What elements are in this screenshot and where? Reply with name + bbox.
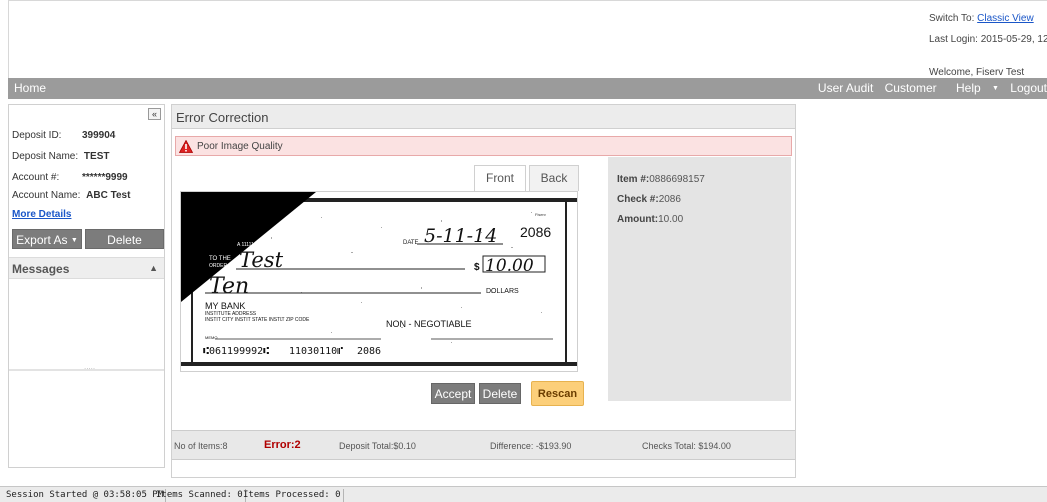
last-login-text: Last Login: 2015-05-29, 12:42 bbox=[929, 34, 1047, 45]
nav-help-label: Help bbox=[955, 81, 981, 95]
error-correction-panel: Error Correction Poor Image Quality Fron… bbox=[171, 104, 796, 478]
right-panel bbox=[803, 104, 1047, 478]
messages-list bbox=[9, 279, 164, 369]
payee-handwriting: Test bbox=[239, 248, 284, 272]
collapse-icon[interactable]: « bbox=[148, 108, 161, 120]
items-scanned: Items Scanned: 0 bbox=[154, 489, 246, 502]
panel-title-bar: Error Correction bbox=[172, 105, 795, 129]
switch-view-line: Switch To: Classic View bbox=[929, 13, 1034, 24]
collapse-arrow-icon[interactable]: ▲ bbox=[149, 263, 158, 273]
check-number-value: 2086 bbox=[658, 194, 681, 205]
page-title: Error Correction bbox=[176, 110, 269, 125]
messages-divider bbox=[9, 369, 164, 371]
order-of-label: ORDER OF bbox=[209, 263, 235, 269]
chevron-down-icon: ▼ bbox=[992, 85, 999, 93]
written-amount-handwriting: Ten bbox=[209, 274, 249, 299]
deposit-total: Deposit Total:$0.10 bbox=[339, 441, 416, 451]
error-count: Error:2 bbox=[264, 439, 301, 451]
amount-handwriting: 10.00 bbox=[485, 256, 534, 276]
delete-button[interactable]: Delete bbox=[479, 383, 521, 404]
error-banner: Poor Image Quality bbox=[175, 136, 792, 156]
amount-value: 10.00 bbox=[658, 214, 684, 225]
account-name-value: ABC Test bbox=[86, 190, 131, 201]
check-image-viewer: Fiserv 2086 DATE 5-11-14 A 11111 TO THE … bbox=[180, 191, 578, 372]
tab-back[interactable]: Back bbox=[529, 165, 579, 191]
deposit-id-row: Deposit ID: 399904 bbox=[12, 130, 115, 141]
messages-title: Messages bbox=[12, 262, 70, 276]
check-number-line: Check #:2086 bbox=[617, 194, 681, 205]
micr-check-number: 2086 bbox=[357, 346, 381, 357]
deposit-name-label: Deposit Name: bbox=[12, 151, 79, 162]
checks-total: Checks Total: $194.00 bbox=[642, 441, 731, 451]
item-details-panel: Item #:0886698157 Check #:2086 Amount:10… bbox=[608, 157, 791, 401]
deposit-id-value: 399904 bbox=[82, 130, 116, 141]
nav-logout[interactable]: Logout bbox=[1010, 81, 1047, 95]
check-date-handwriting: 5-11-14 bbox=[424, 225, 497, 247]
deposit-name-value: TEST bbox=[83, 151, 110, 162]
check-number-label: Check #: bbox=[617, 194, 659, 205]
account-number-label: Account #: bbox=[12, 172, 60, 183]
session-started: Session Started @ 03:58:05 PM bbox=[4, 489, 167, 502]
nav-home[interactable]: Home bbox=[14, 81, 46, 95]
amount-label: Amount: bbox=[617, 214, 659, 225]
check-image: Fiserv 2086 DATE 5-11-14 A 11111 TO THE … bbox=[181, 192, 577, 371]
classic-view-link[interactable]: Classic View bbox=[977, 13, 1034, 24]
micr-routing: ⑆061199992⑆ bbox=[203, 346, 269, 357]
amount-line: Amount:10.00 bbox=[617, 214, 683, 225]
micr-account: 11030110⑈ bbox=[289, 346, 343, 357]
non-negotiable-label: NON - NEGOTIABLE bbox=[386, 319, 472, 329]
top-header: Switch To: Classic View Last Login: 2015… bbox=[8, 0, 1047, 78]
accept-button[interactable]: Accept bbox=[431, 383, 475, 404]
export-as-label: Export As bbox=[16, 233, 68, 247]
bank-name: MY BANK bbox=[205, 301, 245, 311]
welcome-text: Welcome, Fiserv Test bbox=[929, 67, 1025, 78]
error-message: Poor Image Quality bbox=[197, 141, 283, 152]
date-label: DATE bbox=[403, 240, 419, 246]
dollars-label: DOLLARS bbox=[486, 288, 519, 295]
deposit-sidebar: « Deposit ID: 399904 Deposit Name: TEST … bbox=[8, 104, 165, 468]
nav-bar: Home User Audit Customer Help ▼ Logout bbox=[8, 78, 1047, 99]
switch-to-label: Switch To: bbox=[929, 13, 975, 24]
account-name-label: Account Name: bbox=[12, 190, 81, 201]
item-number-line: Item #:0886698157 bbox=[617, 174, 705, 185]
nav-help[interactable]: Help ▼ bbox=[948, 81, 999, 95]
items-processed: Items Processed: 0 bbox=[241, 489, 344, 502]
status-bar: Session Started @ 03:58:05 PM Items Scan… bbox=[0, 486, 1047, 502]
account-number-value: ******9999 bbox=[82, 172, 128, 183]
nav-customer[interactable]: Customer bbox=[885, 81, 937, 95]
item-number-value: 0886698157 bbox=[649, 174, 705, 185]
item-number-label: Item #: bbox=[617, 174, 650, 185]
institute-city: INSTIT CITY INSTIT STATE INSTIT ZIP CODE bbox=[205, 317, 310, 323]
chevron-down-icon: ▼ bbox=[70, 236, 78, 244]
deposit-name-row: Deposit Name: TEST bbox=[12, 151, 109, 162]
account-name-row: Account Name: ABC Test bbox=[12, 190, 130, 201]
account-number-row: Account #: ******9999 bbox=[12, 172, 128, 183]
difference-total: Difference: -$193.90 bbox=[490, 441, 572, 451]
messages-header[interactable]: Messages ▲ bbox=[9, 257, 164, 279]
warning-icon bbox=[179, 140, 193, 153]
check-number-text: 2086 bbox=[520, 224, 551, 240]
nav-user-audit[interactable]: User Audit bbox=[818, 81, 873, 95]
nav-menu-right: User Audit Customer Help ▼ Logout bbox=[810, 81, 1047, 95]
dollar-sign: $ bbox=[474, 262, 480, 273]
export-as-button[interactable]: Export As ▼ bbox=[12, 229, 82, 249]
tab-front[interactable]: Front bbox=[474, 165, 526, 191]
pay-to-label: TO THE bbox=[209, 256, 231, 262]
fiserv-mark: Fiserv bbox=[535, 212, 546, 217]
deposit-id-label: Deposit ID: bbox=[12, 130, 62, 141]
totals-bar: No of Items:8 Error:2 Deposit Total:$0.1… bbox=[172, 430, 795, 460]
delete-deposit-button[interactable]: Delete Deposit bbox=[85, 229, 164, 267]
more-details-link[interactable]: More Details bbox=[12, 209, 71, 220]
items-count: No of Items:8 bbox=[174, 441, 228, 451]
rescan-button[interactable]: Rescan bbox=[531, 381, 584, 406]
